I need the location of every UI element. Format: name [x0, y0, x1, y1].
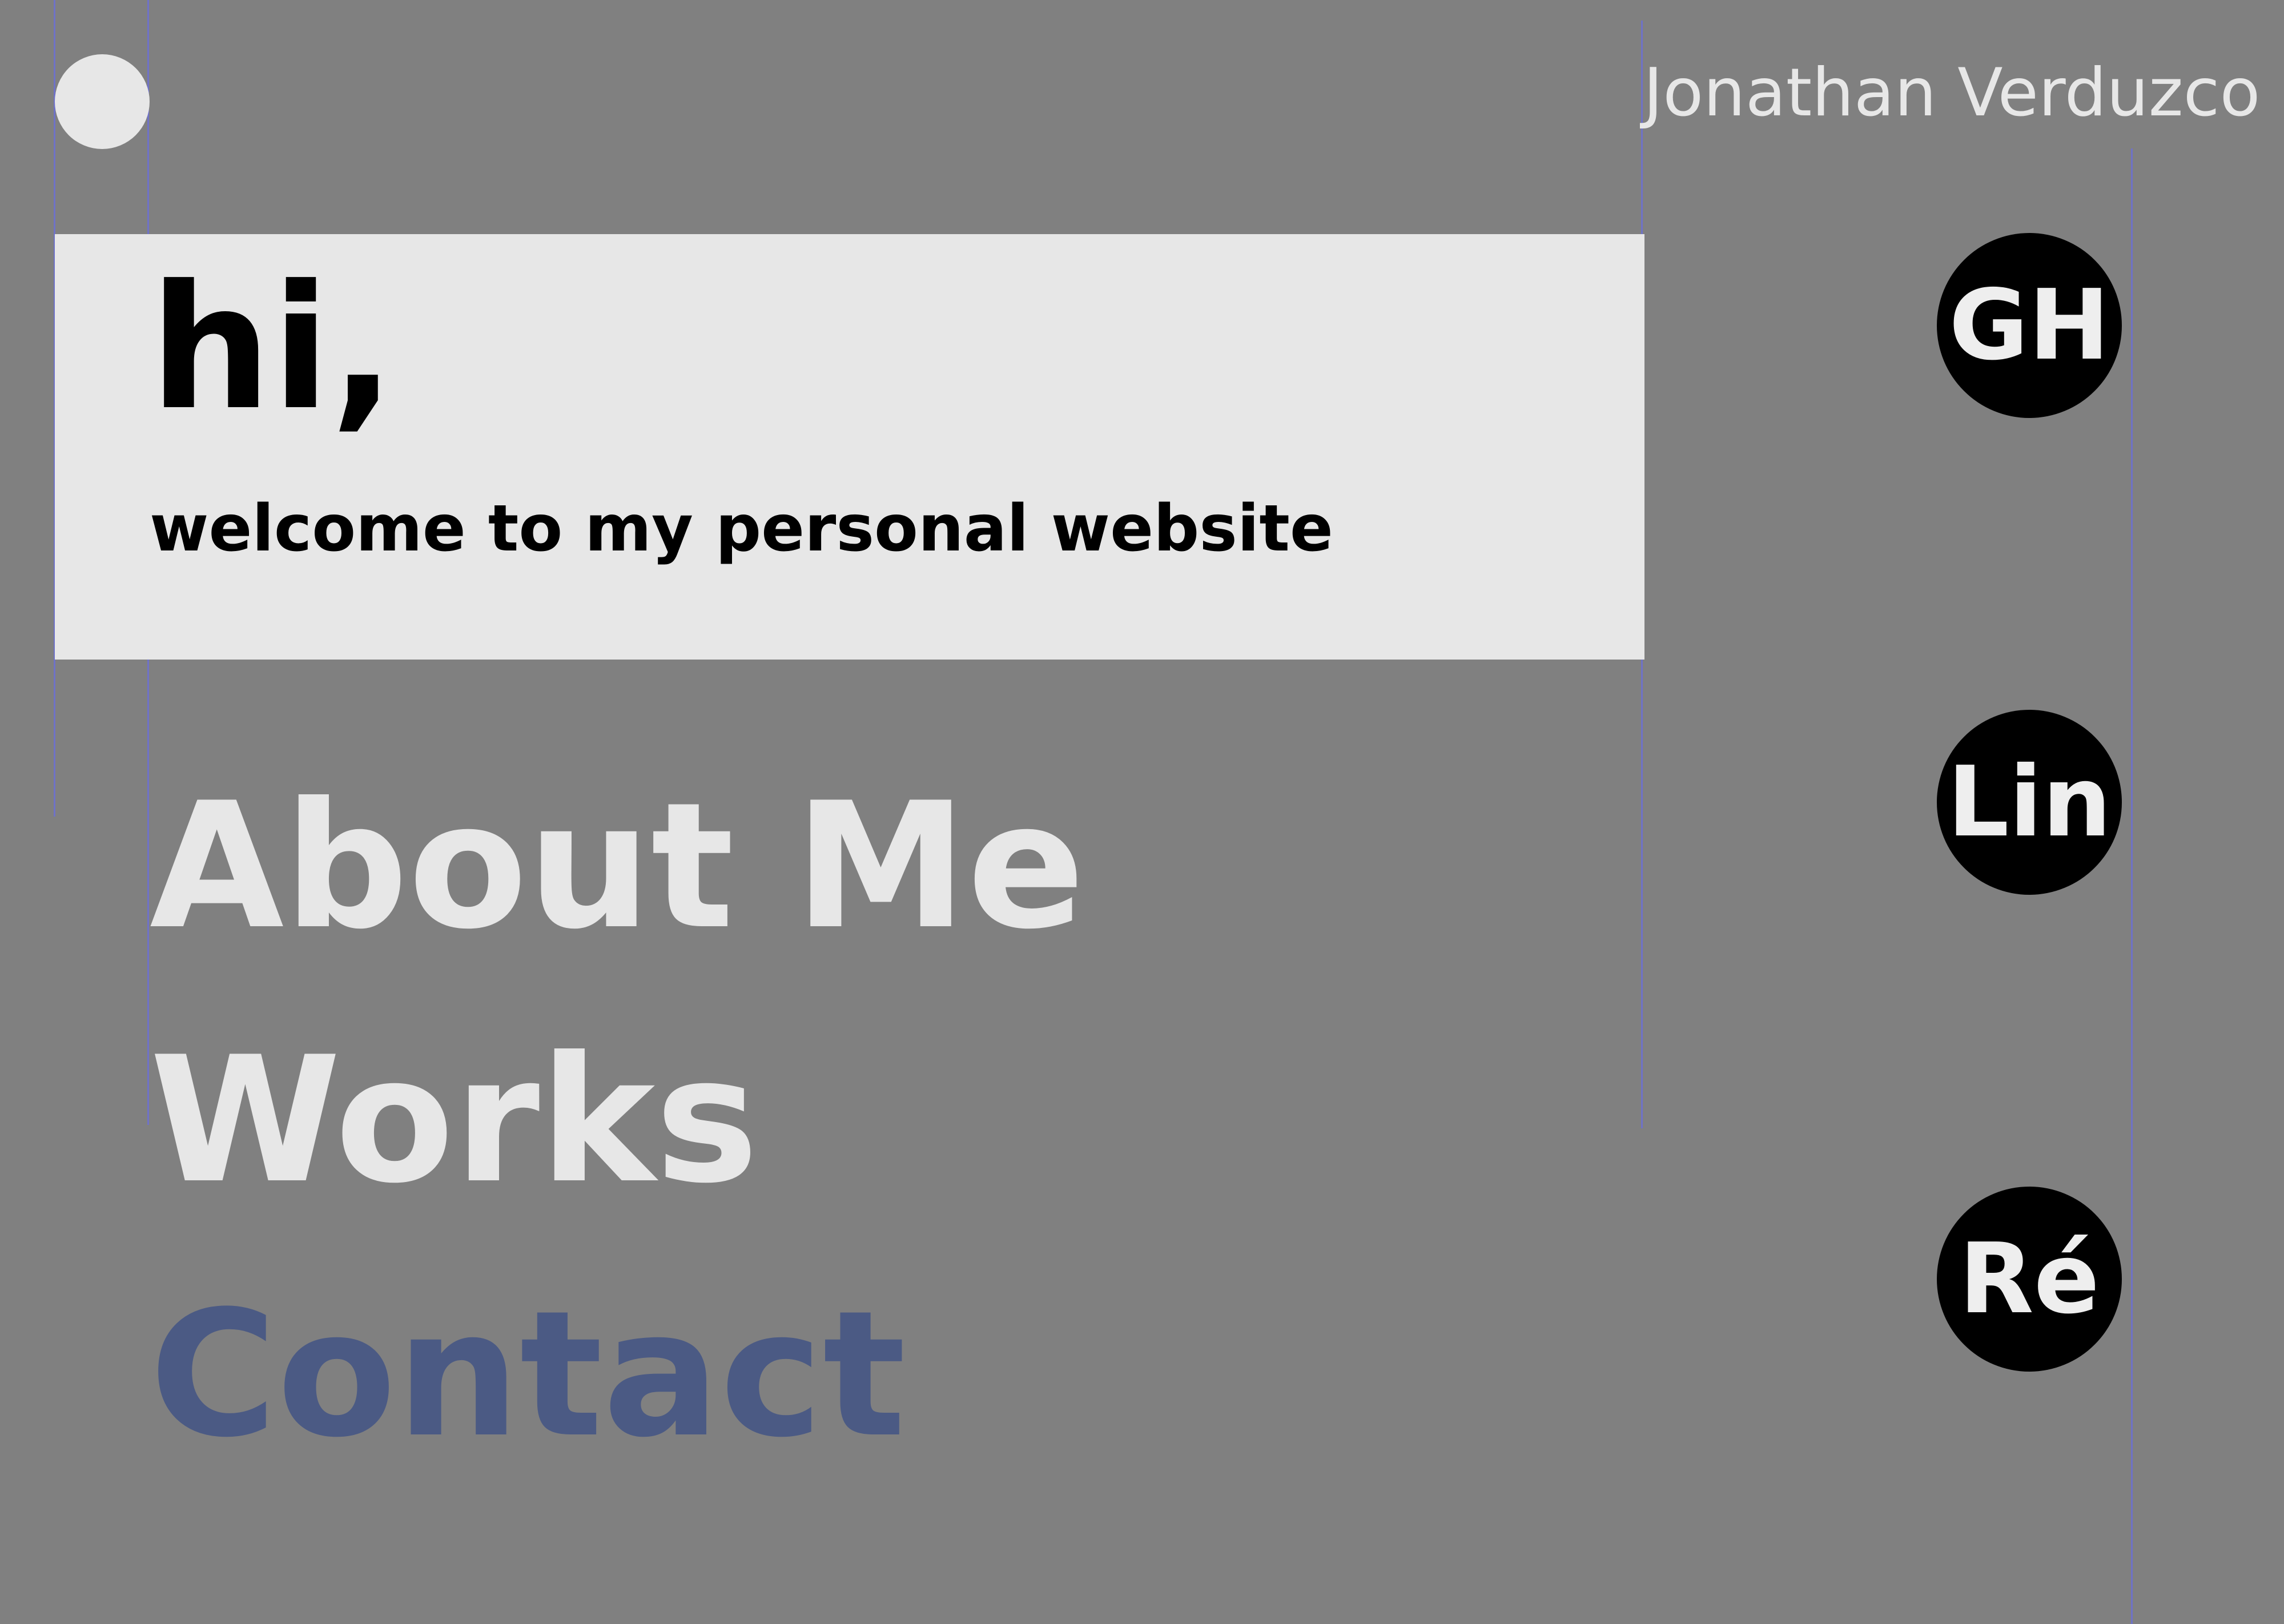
- nav-link-works[interactable]: Works: [150, 1034, 758, 1207]
- hero-subtitle: welcome to my personal website: [150, 492, 1333, 566]
- resume-link-icon[interactable]: Ré: [1937, 1187, 2122, 1372]
- nav-link-about-me[interactable]: About Me: [150, 779, 1085, 953]
- github-link-icon[interactable]: GH: [1937, 233, 2122, 418]
- logo-dot[interactable]: [55, 54, 150, 149]
- layout-guide-vertical: [2131, 148, 2133, 1624]
- author-name: Jonathan Verduzco: [1643, 54, 2261, 131]
- page: Jonathan Verduzco hi, welcome to my pers…: [0, 0, 2284, 1624]
- hero-title: hi,: [150, 248, 396, 448]
- nav-link-contact[interactable]: Contact: [150, 1288, 906, 1461]
- linkedin-link-icon[interactable]: Lin: [1937, 710, 2122, 895]
